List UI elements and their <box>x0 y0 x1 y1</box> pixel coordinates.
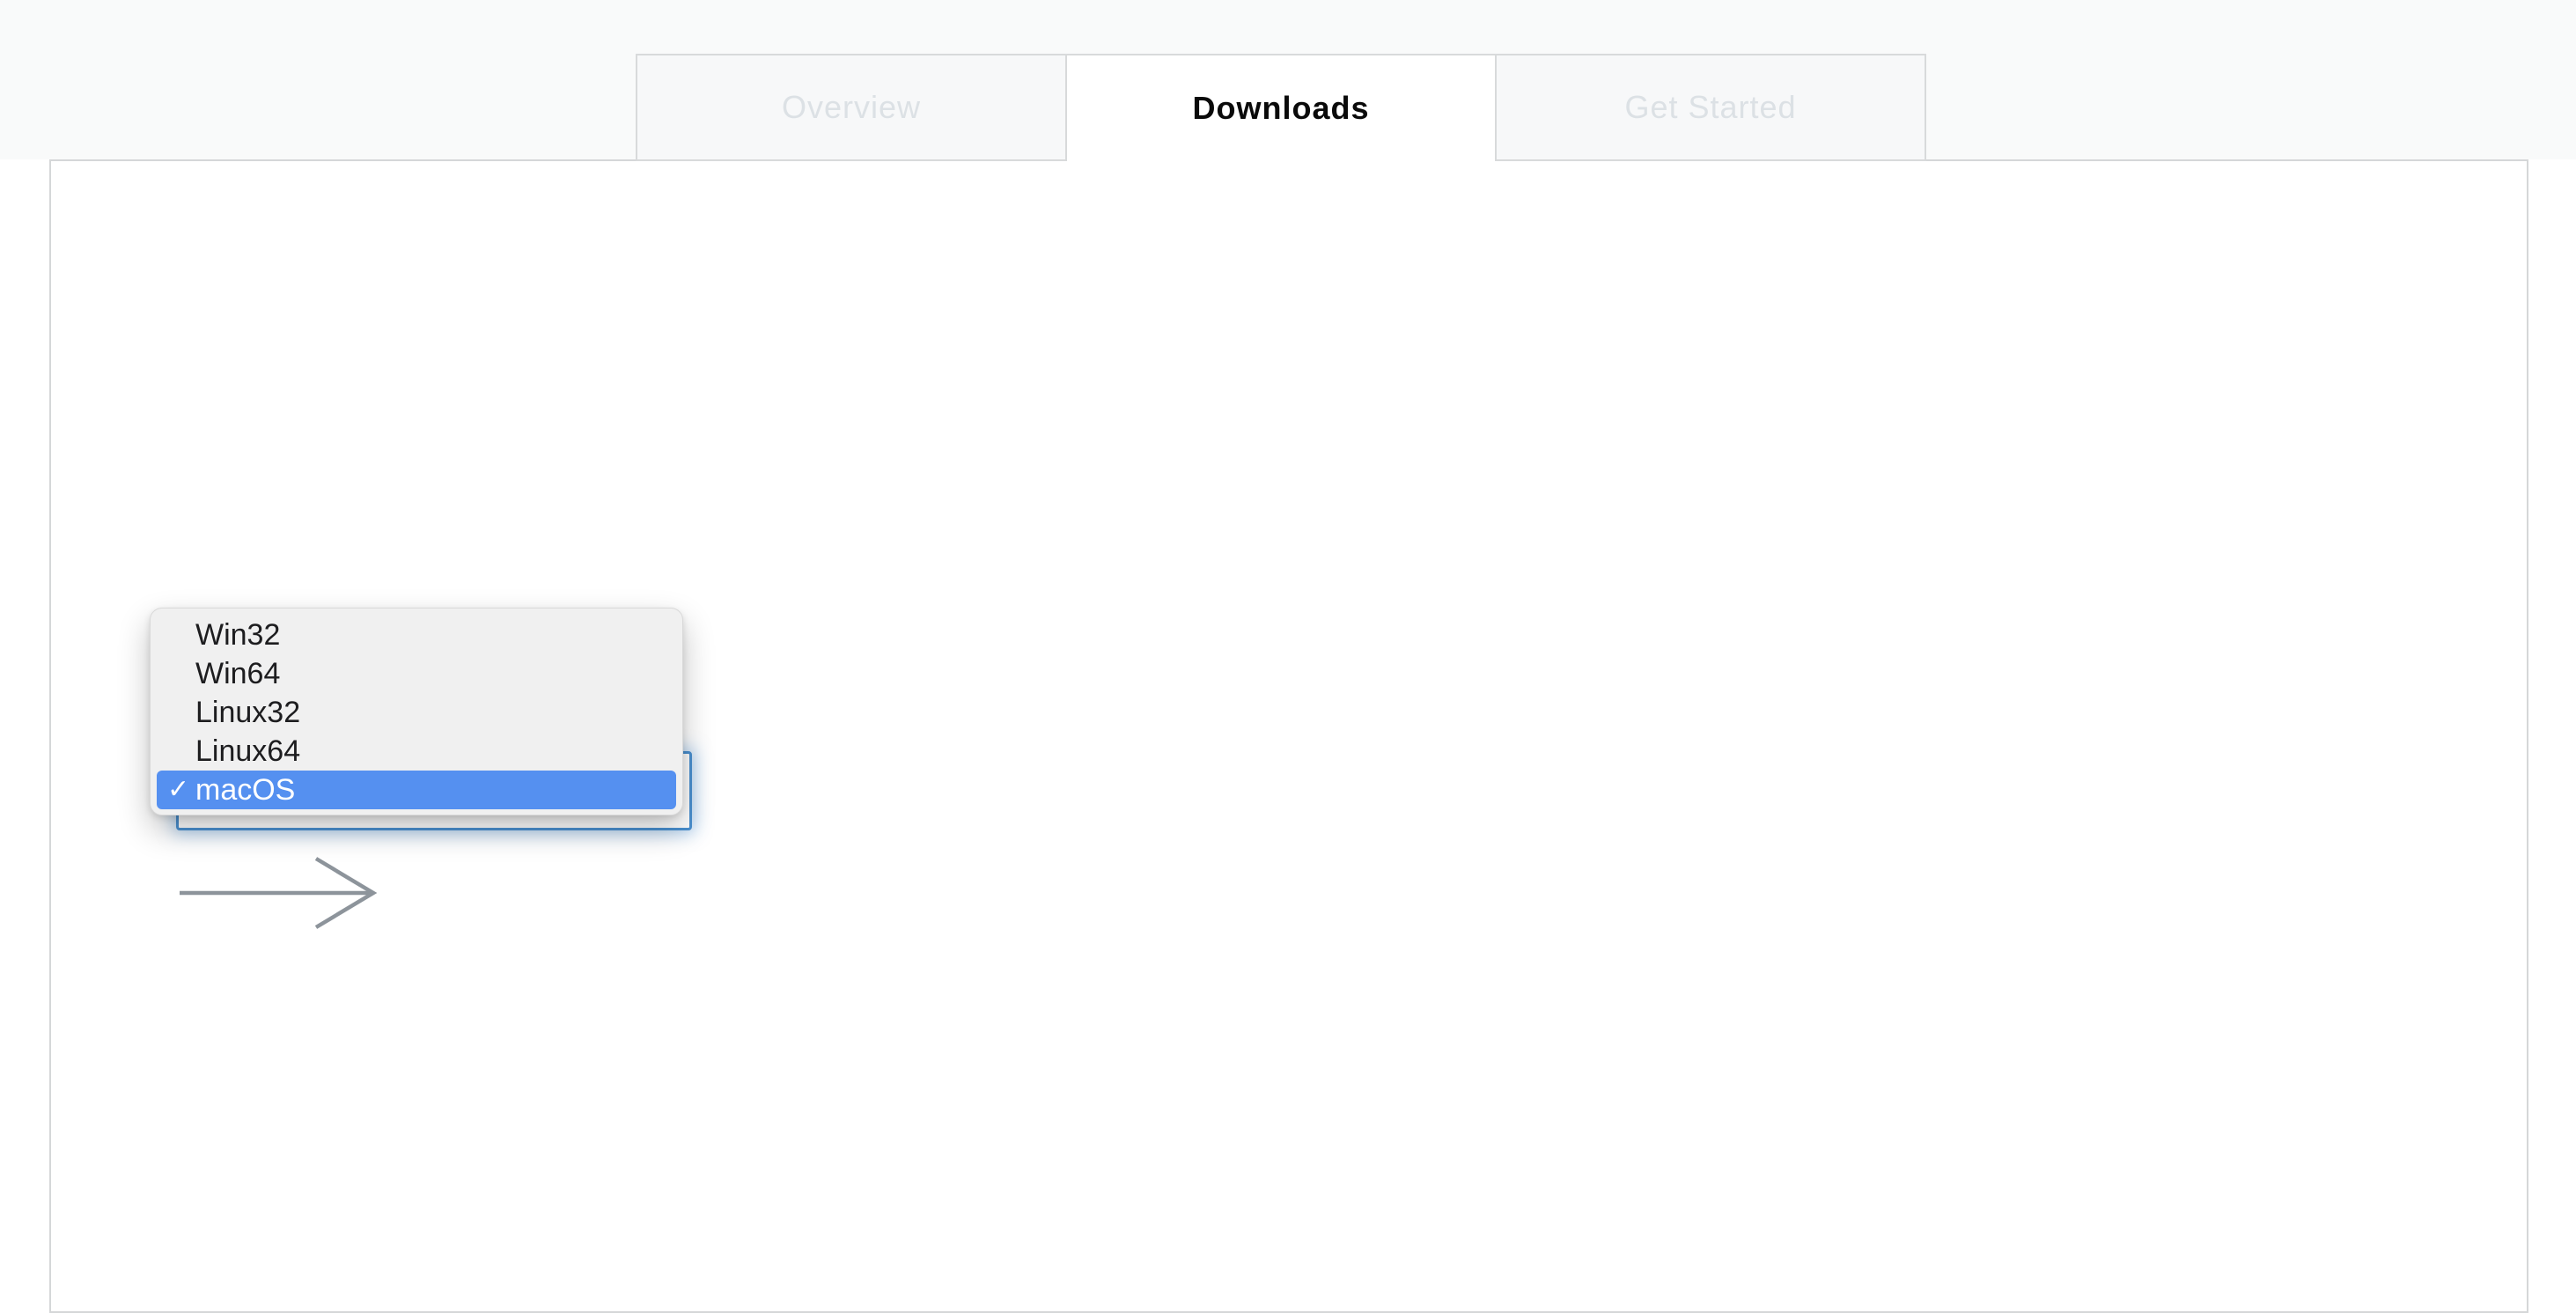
tab-label: Downloads <box>1192 90 1369 127</box>
dropdown-option-label: macOS <box>195 773 295 807</box>
tab[interactable]: Get Started <box>1495 54 1926 161</box>
platform-dropdown-menu: ✓ Win32 ✓ Win64 ✓ Linux32 ✓ Linux64 ✓ ma… <box>150 608 683 815</box>
tab[interactable]: Downloads <box>1065 54 1497 161</box>
tab-label: Get Started <box>1624 89 1796 126</box>
dropdown-option-label: Win64 <box>195 657 280 690</box>
dropdown-option-label: Linux64 <box>195 734 300 768</box>
tab[interactable]: Overview <box>636 54 1067 161</box>
arrow-right-icon <box>174 852 384 938</box>
dropdown-option[interactable]: ✓ Win32 <box>157 616 676 654</box>
tab-bar: Overview Downloads Get Started <box>637 54 1926 161</box>
tab-label: Overview <box>782 89 921 126</box>
dropdown-option[interactable]: ✓ Win64 <box>157 654 676 693</box>
dropdown-option[interactable]: ✓ macOS <box>157 771 676 809</box>
check-icon: ✓ <box>167 771 189 809</box>
dropdown-option-label: Linux32 <box>195 696 300 729</box>
dropdown-option[interactable]: ✓ Linux64 <box>157 732 676 771</box>
dropdown-option[interactable]: ✓ Linux32 <box>157 693 676 732</box>
dropdown-option-label: Win32 <box>195 618 280 652</box>
